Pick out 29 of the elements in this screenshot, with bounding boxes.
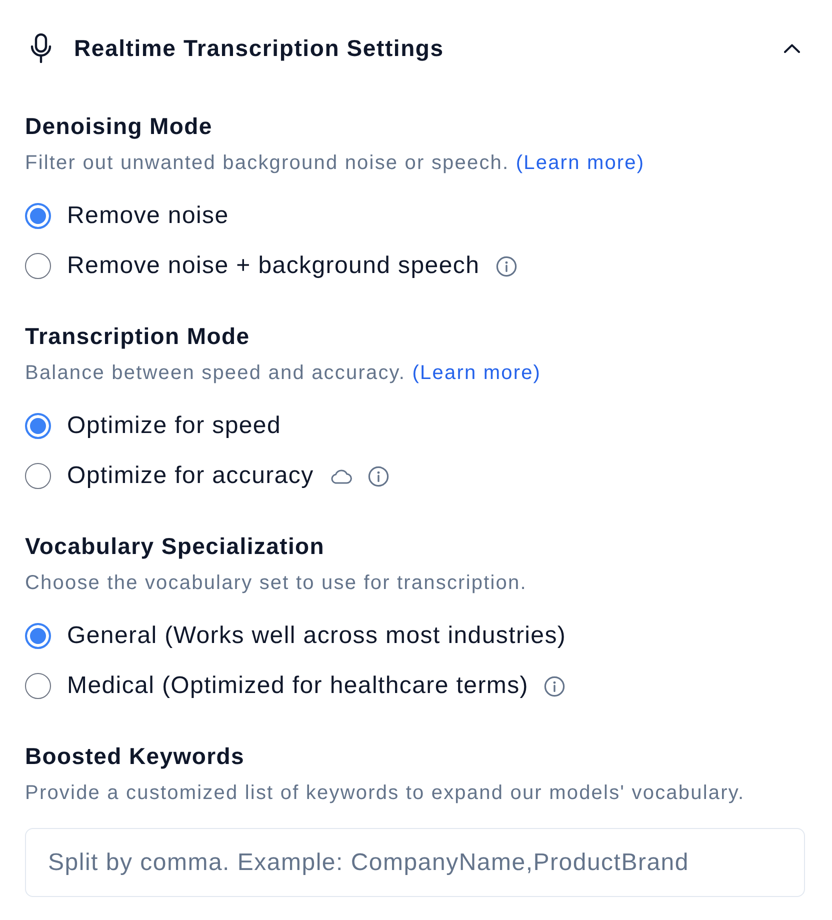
collapse-chevron-icon[interactable]: [784, 44, 800, 52]
section-description: Choose the vocabulary set to use for transcription.: [25, 571, 528, 596]
section-description: Filter out unwanted background noise or speech. (Learn more): [25, 151, 646, 176]
radio-button[interactable]: [25, 463, 51, 489]
radio-button[interactable]: [25, 623, 51, 649]
panel-title: Realtime Transcription Settings: [74, 34, 444, 63]
learn-more-link[interactable]: (Learn more): [412, 362, 542, 384]
option-label[interactable]: Remove noise + background speech: [67, 251, 480, 281]
microphone-icon: [30, 33, 52, 63]
section-title: Denoising Mode: [25, 112, 214, 141]
learn-more-link[interactable]: (Learn more): [516, 152, 645, 174]
section-description: Provide a customized list of keywords to expand our models' vocabulary.: [25, 781, 746, 806]
radio-button[interactable]: [25, 253, 51, 279]
section-title: Vocabulary Specialization: [25, 532, 326, 561]
section-description: Balance between speed and accuracy. (Learn more): [25, 361, 542, 386]
option-label[interactable]: Optimize for accuracy: [67, 461, 314, 491]
keywords-input-field[interactable]: Split by comma. Example: CompanyName,ProductBrand: [25, 828, 805, 897]
option-label[interactable]: Medical (Optimized for healthcare terms): [67, 671, 528, 701]
option-label[interactable]: Remove noise: [67, 201, 229, 231]
info-icon[interactable]: [368, 466, 389, 486]
option-label[interactable]: Optimize for speed: [67, 411, 282, 441]
info-icon[interactable]: [496, 256, 517, 276]
radio-button[interactable]: [25, 413, 51, 439]
section-title: Transcription Mode: [25, 322, 251, 351]
option-label[interactable]: General (Works well across most industries): [67, 621, 566, 651]
section-title: Boosted Keywords: [25, 742, 246, 771]
info-icon[interactable]: [544, 676, 566, 696]
radio-button[interactable]: [25, 203, 51, 229]
radio-button[interactable]: [25, 673, 51, 699]
